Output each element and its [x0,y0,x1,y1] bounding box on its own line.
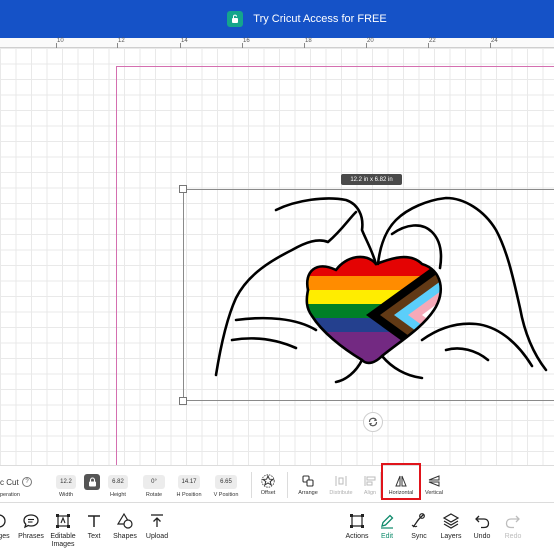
flip-vertical-label: Vertical [424,490,444,496]
selection-bounding-box[interactable] [183,189,554,401]
nav-redo-label: Redo [504,533,522,540]
nav-undo[interactable]: Undo [470,503,494,554]
nav-editable-images[interactable]: Editable Images [47,503,79,554]
nav-actions[interactable]: Actions [342,503,372,554]
toolbar-divider [251,472,252,498]
design-canvas[interactable]: 12.2 in x 6.82 in [0,48,554,465]
arrange-icon [302,475,314,487]
distribute-icon [335,476,347,486]
promo-text: Try Cricut Access for FREE [253,13,387,25]
nav-upload[interactable]: Upload [142,503,172,554]
height-input[interactable]: 6.82 [108,475,128,489]
images-icon [0,514,6,528]
nav-edit[interactable]: Edit [376,503,398,554]
h-position-label: H Position [176,492,202,498]
arrange-button[interactable]: Arrange [294,466,322,504]
redo-icon [505,515,520,529]
actions-icon [350,514,364,528]
offset-icon [261,474,275,488]
bottom-navigation: ages Phrases Editable Images Text Shapes… [0,503,554,554]
ruler-tick-label: 22 [429,38,436,44]
nav-images-label: ages [0,533,10,540]
operation-info-icon[interactable]: ? [22,477,32,487]
flip-horizontal-highlight [381,463,421,500]
ruler-tick-label: 24 [491,38,498,44]
cricut-access-icon [227,11,244,27]
resize-handle-bottom-left[interactable] [179,397,187,405]
undo-icon [475,515,490,529]
layers-icon [442,513,460,529]
width-input[interactable]: 12.2 [56,475,76,489]
nav-shapes[interactable]: Shapes [110,503,140,554]
shapes-icon [116,512,133,529]
flip-vertical-icon [428,475,440,487]
rotate-icon [368,417,378,427]
distribute-label: Distribute [329,490,353,496]
ruler-tick-label: 20 [367,38,374,44]
resize-handle-top-left[interactable] [179,185,187,193]
operation-select[interactable]: c Cut [0,478,19,487]
nav-sync[interactable]: Sync [407,503,431,554]
align-label: Align [363,490,377,496]
v-position-label: V Position [213,492,239,498]
ruler-tick-label: 14 [181,38,188,44]
nav-editable-images-label: Editable Images [50,533,76,548]
v-position-input[interactable]: 6.65 [215,475,237,489]
nav-undo-label: Undo [473,533,491,540]
operation-label: peration [0,492,20,498]
nav-redo[interactable]: Redo [501,503,525,554]
offset-button[interactable]: Offset [256,466,280,504]
ruler-tick-label: 16 [243,38,250,44]
horizontal-ruler: 10 12 14 16 18 20 22 24 [0,38,554,48]
ruler-tick-label: 12 [118,38,125,44]
align-icon [364,476,376,486]
edit-toolbar: c Cut ? peration 12.2 Width 6.82 Height … [0,463,554,504]
ruler-tick-label: 10 [57,38,64,44]
nav-phrases-label: Phrases [18,533,44,540]
flip-vertical-button[interactable]: Vertical [422,466,446,504]
promo-banner[interactable]: Try Cricut Access for FREE [0,0,554,38]
edit-icon [381,514,394,529]
design-space-app: Try Cricut Access for FREE 10 12 14 16 1… [0,0,554,554]
upload-icon [151,514,163,527]
h-position-input[interactable]: 14.17 [178,475,200,489]
nav-layers-label: Layers [440,533,462,540]
align-button[interactable]: Align [360,466,380,504]
rotate-input[interactable]: 0° [143,475,165,489]
nav-edit-label: Edit [380,533,394,540]
nav-phrases[interactable]: Phrases [17,503,45,554]
distribute-button[interactable]: Distribute [326,466,356,504]
arrange-label: Arrange [298,490,318,496]
nav-layers[interactable]: Layers [438,503,464,554]
height-label: Height [110,492,126,498]
offset-label: Offset [260,490,276,496]
aspect-lock-button[interactable] [84,474,100,490]
lock-icon [88,477,96,487]
width-label: Width [58,492,74,498]
rotate-label: Rotate [145,492,163,498]
nav-upload-label: Upload [145,533,169,540]
nav-shapes-label: Shapes [113,533,137,540]
sync-icon [411,513,425,528]
toolbar-divider [287,472,288,498]
nav-images[interactable]: ages [0,503,14,554]
nav-text[interactable]: Text [83,503,105,554]
phrases-icon [23,514,39,529]
nav-text-label: Text [87,533,101,540]
editable-images-icon [56,514,70,528]
dimension-label: 12.2 in x 6.82 in [341,174,402,185]
ruler-tick-label: 18 [305,38,312,44]
nav-sync-label: Sync [411,533,427,540]
nav-actions-label: Actions [345,533,369,540]
rotate-handle[interactable] [363,412,383,432]
text-icon [88,515,100,527]
